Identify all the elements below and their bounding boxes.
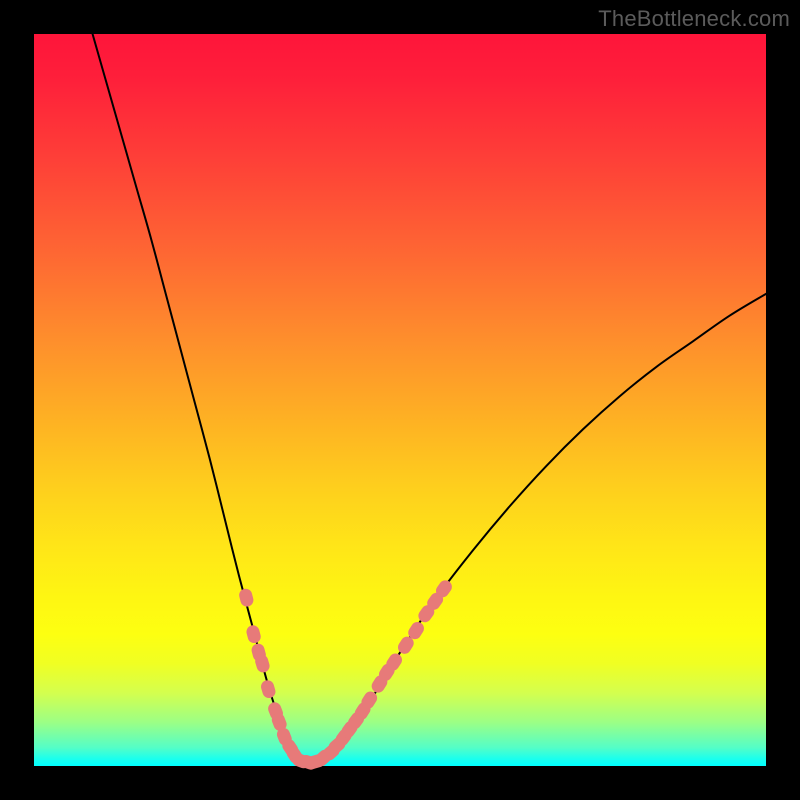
chart-svg (34, 34, 766, 766)
curve-marker (259, 679, 277, 700)
curve-markers-group (238, 578, 455, 772)
watermark-text: TheBottleneck.com (598, 6, 790, 32)
curve-marker (245, 624, 262, 645)
bottleneck-curve-line (93, 34, 766, 763)
chart-frame: TheBottleneck.com (0, 0, 800, 800)
plot-area (34, 34, 766, 766)
curve-marker (238, 587, 255, 608)
